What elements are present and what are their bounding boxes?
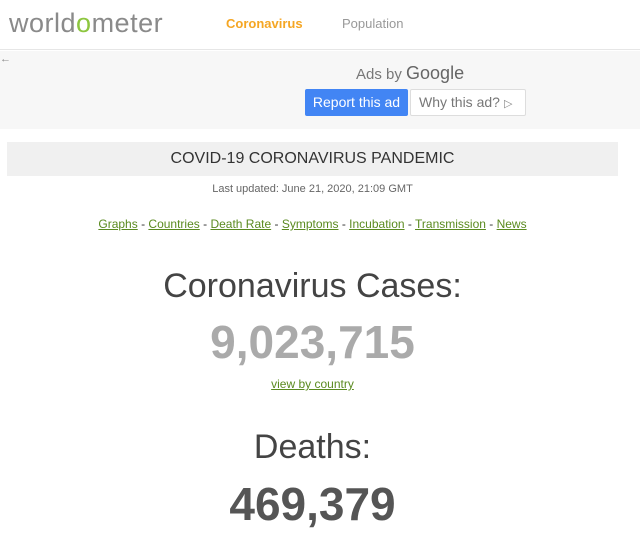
logo-text-prefix: world <box>9 8 77 38</box>
link-graphs[interactable]: Graphs <box>98 217 137 231</box>
ad-area: ← Ads by Google Report this ad Why this … <box>0 51 640 129</box>
link-countries[interactable]: Countries <box>148 217 199 231</box>
why-this-ad-label: Why this ad? <box>419 94 500 110</box>
link-separator: - <box>485 217 497 231</box>
link-separator: - <box>137 217 149 231</box>
view-by-country: view by country <box>0 377 625 391</box>
link-symptoms[interactable]: Symptoms <box>282 217 339 231</box>
ads-by-label: Ads by <box>356 66 402 83</box>
logo-text-suffix: meter <box>91 8 164 38</box>
logo-text-o: o <box>76 8 92 38</box>
deaths-count: 469,379 <box>229 478 396 530</box>
link-separator: - <box>199 217 211 231</box>
back-arrow-icon[interactable]: ← <box>0 53 11 65</box>
report-ad-button[interactable]: Report this ad <box>305 89 408 116</box>
play-triangle-icon: ▷ <box>503 98 513 110</box>
link-transmission[interactable]: Transmission <box>415 217 486 231</box>
link-incubation[interactable]: Incubation <box>349 217 404 231</box>
section-links: Graphs - Countries - Death Rate - Sympto… <box>0 216 625 232</box>
last-updated-text: Last updated: June 21, 2020, 21:09 GMT <box>212 183 413 195</box>
link-news[interactable]: News <box>497 217 527 231</box>
ads-by-google: Ads by Google <box>356 64 464 84</box>
link-death-rate[interactable]: Death Rate <box>210 217 271 231</box>
cases-label: Coronavirus Cases: <box>163 267 462 305</box>
view-by-country-link[interactable]: view by country <box>271 377 354 391</box>
why-this-ad-button[interactable]: Why this ad? ▷ <box>410 89 526 116</box>
link-separator: - <box>404 217 416 231</box>
link-separator: - <box>338 217 350 231</box>
google-wordmark: Google <box>406 63 465 83</box>
deaths-label: Deaths: <box>253 428 372 466</box>
nav-link-population[interactable]: Population <box>342 16 403 32</box>
link-separator: - <box>271 217 282 231</box>
page-title: COVID-19 CORONAVIRUS PANDEMIC <box>7 142 618 176</box>
worldometer-logo[interactable]: worldometer <box>9 9 163 37</box>
nav-link-coronavirus[interactable]: Coronavirus <box>226 16 303 32</box>
top-navbar: worldometer Coronavirus Population <box>0 0 640 50</box>
cases-count: 9,023,715 <box>210 316 415 368</box>
